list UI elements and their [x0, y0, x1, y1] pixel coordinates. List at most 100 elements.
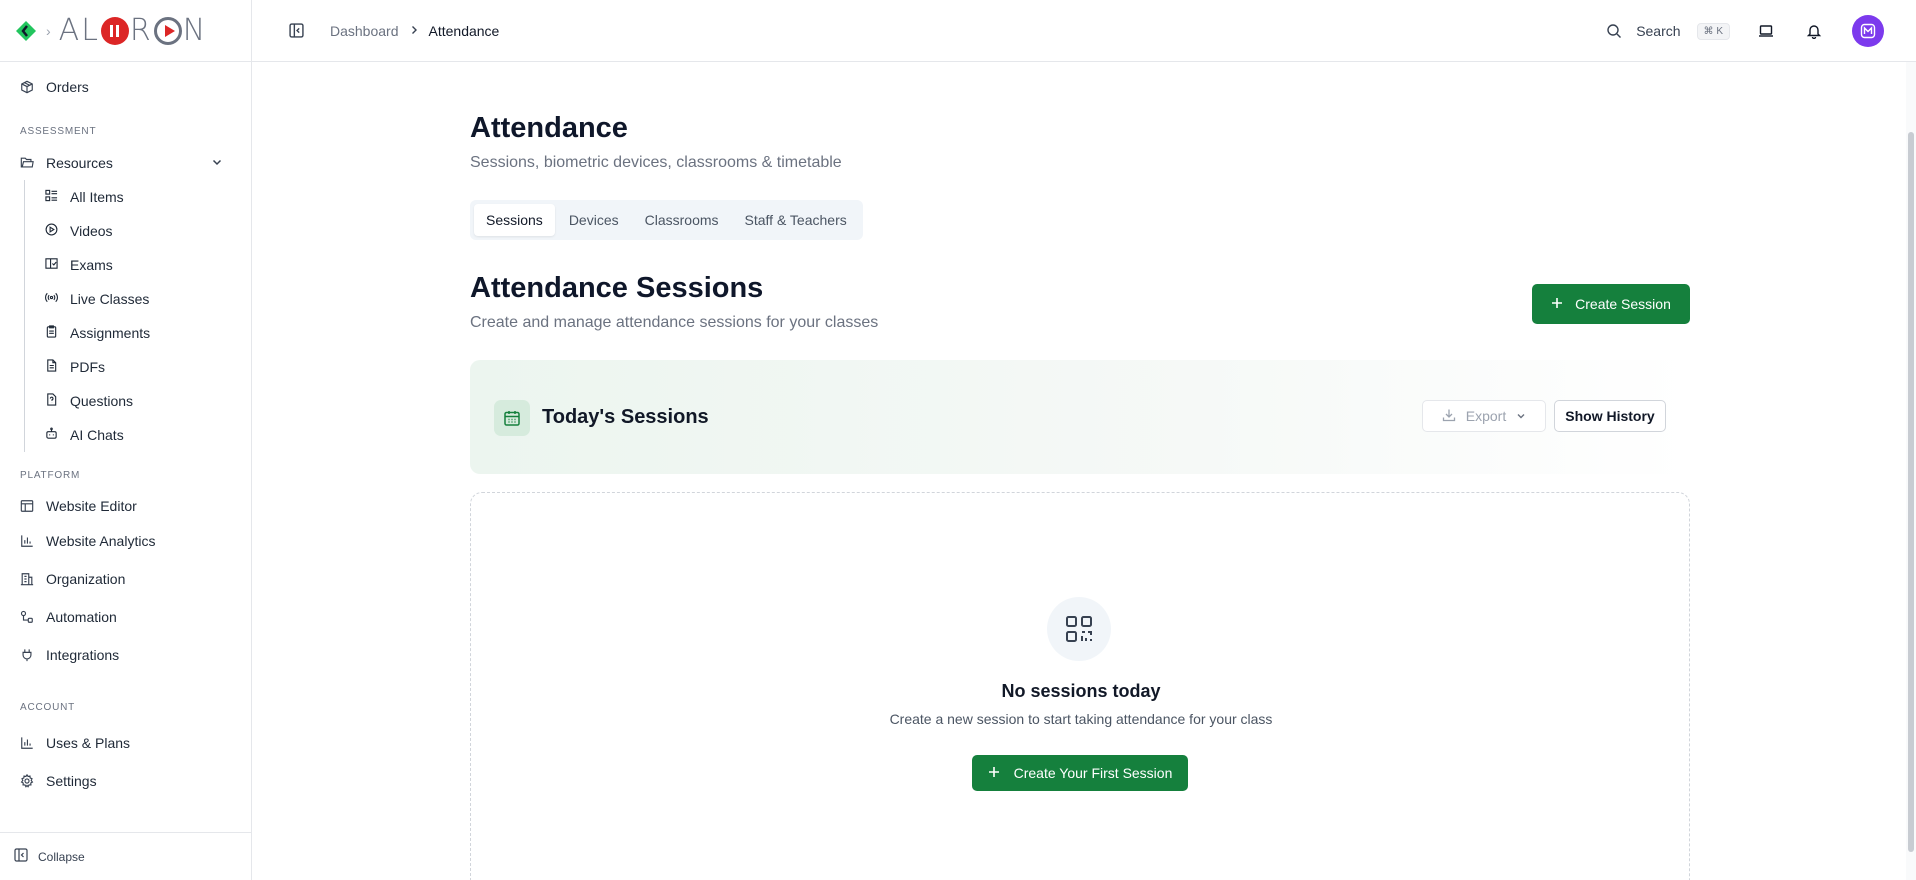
sidebar-item-live-classes[interactable]: Live Classes	[25, 282, 251, 316]
plus-icon	[988, 765, 1000, 781]
sidebar-item-website-editor[interactable]: Website Editor	[0, 490, 251, 522]
play-circle-icon	[45, 223, 58, 239]
sidebar-toggle-button[interactable]	[286, 21, 306, 41]
sidebar-item-label: Videos	[70, 223, 113, 239]
question-file-icon	[45, 393, 58, 409]
plug-icon	[20, 648, 34, 662]
sidebar-item-label: Uses & Plans	[46, 735, 131, 751]
laptop-icon	[1759, 25, 1773, 37]
device-button[interactable]	[1756, 21, 1776, 41]
sidebar-nav: Orders ASSESSMENT Resources All Items Vi…	[0, 62, 251, 800]
bar-chart-icon	[20, 736, 34, 750]
sidebar-item-label: Orders	[46, 79, 89, 95]
avatar[interactable]	[1852, 15, 1884, 47]
sidebar-item-label: Integrations	[46, 647, 120, 663]
list-icon	[45, 189, 58, 205]
sidebar-item-label: Live Classes	[70, 291, 150, 307]
sidebar-item-label: Assignments	[70, 325, 151, 341]
sidebar-item-automation[interactable]: Automation	[0, 598, 251, 636]
chevron-right-icon	[409, 24, 419, 38]
sidebar-item-integrations[interactable]: Integrations	[0, 636, 251, 674]
sidebar-item-website-analytics[interactable]: Website Analytics	[0, 522, 251, 560]
sidebar-item-exams[interactable]: Exams	[25, 248, 251, 282]
show-history-button[interactable]: Show History	[1554, 400, 1666, 432]
panel-left-icon	[288, 23, 304, 38]
search-label: Search	[1636, 23, 1681, 39]
create-first-session-label: Create Your First Session	[1013, 765, 1173, 781]
sidebar-item-label: Settings	[46, 773, 97, 789]
create-first-session-button[interactable]: Create Your First Session	[972, 755, 1188, 791]
sidebar-item-ai-chats[interactable]: AI Chats	[25, 418, 251, 452]
sidebar-item-organization[interactable]: Organization	[0, 560, 251, 598]
sidebar-item-pdfs[interactable]: PDFs	[25, 350, 251, 384]
export-label: Export	[1465, 408, 1507, 424]
collapse-button[interactable]: Collapse	[0, 832, 251, 880]
sidebar-item-label: Questions	[70, 393, 134, 409]
broadcast-icon	[45, 291, 58, 307]
empty-state-subtitle: Create a new session to start taking att…	[889, 711, 1273, 727]
breadcrumb-current: Attendance	[428, 22, 500, 39]
create-session-button[interactable]: Create Session	[1532, 284, 1690, 324]
notifications-button[interactable]	[1804, 21, 1824, 41]
attendance-tabs: Sessions Devices Classrooms Staff & Teac…	[470, 200, 863, 240]
bar-chart-icon	[20, 534, 34, 548]
folder-icon	[20, 156, 34, 170]
sidebar-item-assignments[interactable]: Assignments	[25, 316, 251, 350]
topbar-actions: Search ⌘ K	[1606, 0, 1884, 62]
chevron-down-icon	[1516, 408, 1526, 424]
page-scrollbar[interactable]	[1906, 62, 1916, 880]
tab-staff-teachers[interactable]: Staff & Teachers	[733, 204, 859, 236]
section-label-assessment: ASSESSMENT	[20, 125, 97, 137]
sidebar-item-label: Website Analytics	[46, 533, 156, 549]
sidebar-item-uses-plans[interactable]: Uses & Plans	[0, 724, 251, 762]
sidebar: › ALRN Orders ASSESSMENT Resources All I…	[0, 0, 252, 880]
sidebar-item-resources[interactable]: Resources	[0, 148, 251, 178]
workflow-icon	[20, 610, 34, 624]
plus-icon	[1551, 296, 1563, 312]
sidebar-item-label: Automation	[46, 609, 117, 625]
empty-state-title: No sessions today	[1001, 681, 1161, 701]
todays-sessions-title: Today's Sessions	[542, 406, 709, 428]
sidebar-item-orders[interactable]: Orders	[0, 72, 251, 102]
section-label-account: ACCOUNT	[20, 701, 76, 713]
brand-wordmark: ALRN	[58, 13, 208, 48]
sidebar-item-label: Website Editor	[46, 498, 137, 514]
main-area: Dashboard Attendance Search ⌘ K Attendan…	[252, 0, 1916, 880]
clipboard-icon	[45, 325, 58, 341]
sessions-title: Attendance Sessions	[470, 272, 764, 304]
tab-classrooms[interactable]: Classrooms	[633, 204, 731, 236]
sidebar-item-label: Organization	[46, 571, 126, 587]
sidebar-item-label: AI Chats	[70, 427, 124, 443]
logo-row[interactable]: › ALRN	[0, 0, 251, 62]
chevron-down-icon[interactable]	[211, 155, 223, 171]
sidebar-item-questions[interactable]: Questions	[25, 384, 251, 418]
building-icon	[20, 572, 34, 586]
resources-submenu: All Items Videos Exams Live Classes Assi…	[24, 180, 251, 452]
sidebar-item-settings[interactable]: Settings	[0, 762, 251, 800]
breadcrumb-dashboard[interactable]: Dashboard	[330, 23, 399, 39]
sidebar-item-videos[interactable]: Videos	[25, 214, 251, 248]
brand-logo-icon	[16, 20, 36, 41]
bell-icon	[1806, 25, 1822, 39]
section-label-platform: PLATFORM	[20, 469, 81, 481]
layout-icon	[20, 499, 34, 513]
package-icon	[20, 80, 34, 94]
tab-sessions[interactable]: Sessions	[474, 204, 555, 236]
todays-sessions-panel: Today's Sessions Export Show History	[470, 360, 1690, 474]
tab-devices[interactable]: Devices	[557, 204, 631, 236]
sidebar-item-label: All Items	[70, 189, 124, 205]
scrollbar-thumb[interactable]	[1908, 132, 1914, 852]
page-title: Attendance	[470, 112, 628, 144]
export-dropdown[interactable]: Export	[1422, 400, 1546, 432]
bot-icon	[45, 427, 58, 443]
create-session-label: Create Session	[1575, 296, 1671, 312]
sidebar-item-all-items[interactable]: All Items	[25, 180, 251, 214]
breadcrumb: Dashboard Attendance	[330, 23, 499, 39]
sessions-subtitle: Create and manage attendance sessions fo…	[470, 314, 879, 331]
page-subtitle: Sessions, biometric devices, classrooms …	[470, 154, 842, 171]
chevron-right-icon: ›	[46, 22, 51, 39]
search-button[interactable]: Search ⌘ K	[1606, 22, 1730, 40]
user-monogram-icon	[1860, 23, 1876, 39]
topbar: Dashboard Attendance Search ⌘ K	[252, 0, 1916, 62]
sidebar-item-label: PDFs	[70, 359, 105, 375]
